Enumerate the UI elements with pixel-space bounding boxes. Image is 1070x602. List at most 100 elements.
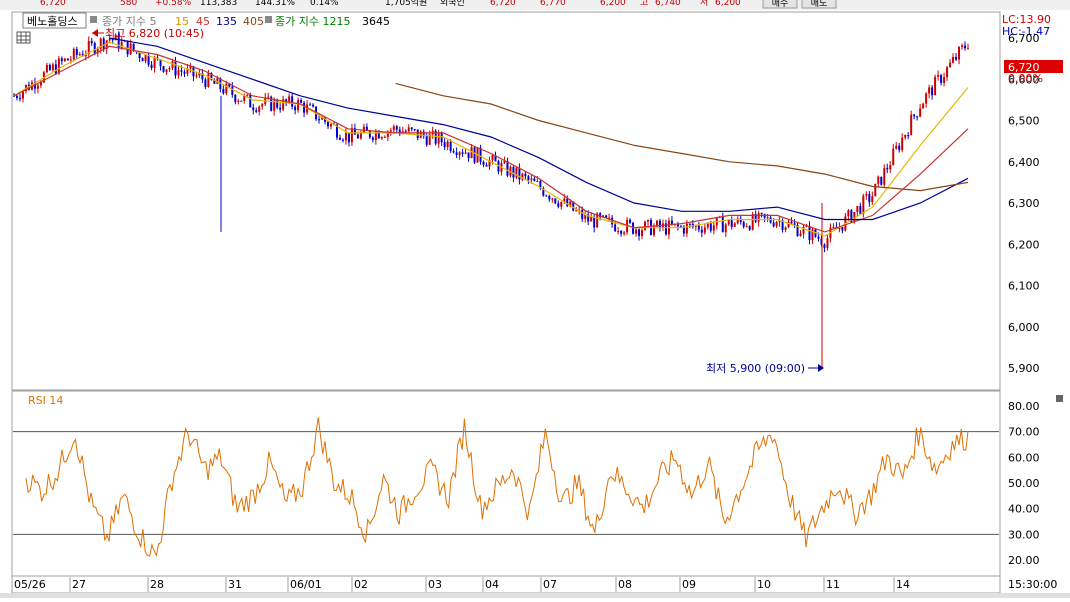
price-candle — [141, 58, 144, 62]
price-candle — [952, 57, 955, 63]
price-candle — [545, 195, 548, 197]
price-candle — [617, 231, 620, 233]
price-candle — [865, 193, 868, 196]
price-candle — [512, 166, 515, 178]
price-candle — [889, 165, 892, 170]
price-candle — [162, 66, 165, 72]
ma-period-405: 405 — [243, 15, 264, 28]
price-candle — [730, 219, 733, 227]
price-candle — [766, 217, 769, 219]
price-candle — [66, 58, 69, 61]
price-candle — [267, 96, 270, 98]
price-tick-label: 6,500 — [1008, 115, 1040, 128]
top-info-text: 580 — [120, 0, 137, 8]
rsi-panel — [11, 390, 1001, 577]
change-pct-tag: 0.00% — [1008, 72, 1043, 85]
price-candle — [458, 152, 461, 156]
price-tick-label: 6,400 — [1008, 156, 1040, 169]
price-candle — [880, 176, 883, 185]
price-candle — [491, 155, 494, 161]
price-candle — [772, 222, 775, 227]
price-candle — [69, 59, 72, 61]
price-candle — [940, 75, 943, 83]
price-candle — [916, 116, 919, 118]
price-candle — [126, 40, 129, 55]
price-candle — [751, 214, 754, 230]
price-candle — [557, 203, 560, 207]
rsi-tick-label: 30.00 — [1008, 528, 1040, 541]
price-candle — [958, 47, 961, 60]
price-candle — [464, 152, 467, 154]
price-candle — [177, 70, 180, 76]
chart-canvas[interactable]: 6,720 580 +0.58% 113,383 144.31% 0.14% 1,705억원… — [0, 0, 1070, 598]
time-readout: 15:30:00 — [1008, 578, 1057, 591]
sell-button[interactable]: 매도 — [801, 0, 837, 9]
legend-bar: 베노홀딩스 종가 지수 5 15 45 135 405 종가 지수 1215 3… — [22, 12, 390, 29]
time-axis-label: 14 — [896, 578, 910, 591]
bottom-scrollbar[interactable] — [0, 593, 1070, 598]
price-candle — [452, 151, 455, 153]
price-candle — [946, 67, 949, 78]
price-candle — [871, 196, 874, 202]
price-candle — [195, 75, 198, 77]
price-candle — [485, 164, 488, 167]
top-info-text: 6,720 — [490, 0, 516, 8]
price-candle — [721, 216, 724, 233]
ma-period-135: 135 — [216, 15, 237, 28]
price-candle — [54, 64, 57, 74]
price-candle — [745, 226, 748, 228]
price-candle — [207, 73, 210, 87]
price-candle — [237, 100, 240, 102]
price-candle — [566, 198, 569, 207]
price-candle — [255, 110, 258, 112]
price-candle — [102, 38, 105, 50]
price-candle — [934, 76, 937, 96]
price-candle — [246, 94, 249, 96]
top-info-text: 6,200 — [600, 0, 626, 8]
grid-toggle-icon[interactable] — [16, 31, 31, 44]
price-candle — [641, 230, 644, 236]
price-candle — [910, 114, 913, 136]
price-candle — [892, 148, 895, 166]
top-info-text: 고 — [640, 0, 648, 8]
time-axis-label: 07 — [543, 578, 557, 591]
price-candle — [144, 54, 147, 62]
price-candle — [473, 147, 476, 163]
low-annotation-text: 최저 5,900 (09:00) — [706, 362, 805, 375]
price-candle — [383, 137, 386, 139]
top-info-text: +0.58% — [155, 0, 192, 8]
high-annotation: 최고 6,820 (10:45) — [92, 27, 204, 40]
price-candle — [955, 57, 958, 60]
rsi-panel-menu-icon[interactable] — [1056, 395, 1063, 402]
top-info-text: 1,705억원 — [385, 0, 427, 8]
buy-button[interactable]: 매수 — [762, 0, 798, 9]
price-candle — [943, 77, 946, 83]
price-candle — [632, 222, 635, 234]
legend-marker-2 — [265, 16, 272, 23]
price-candle — [658, 220, 661, 228]
price-candle — [536, 181, 539, 183]
rsi-tick-label: 50.00 — [1008, 477, 1040, 490]
price-candle — [593, 216, 596, 228]
price-tick-label: 6,700 — [1008, 32, 1040, 45]
price-candle — [515, 167, 518, 178]
price-candle — [356, 134, 359, 139]
price-candle — [72, 48, 75, 60]
price-candle — [18, 97, 21, 99]
time-axis-label: 02 — [354, 578, 368, 591]
price-candle — [524, 173, 527, 177]
price-candle — [644, 221, 647, 231]
price-candle — [249, 94, 252, 108]
price-candle — [551, 198, 554, 200]
price-candle — [757, 213, 760, 222]
price-candle — [883, 168, 886, 185]
price-candle — [928, 87, 931, 94]
price-candle — [90, 40, 93, 44]
price-candle — [341, 139, 344, 141]
legend-marker — [90, 16, 97, 23]
price-candle — [234, 94, 237, 102]
price-candle — [78, 54, 81, 56]
price-candle — [895, 145, 898, 149]
top-info-text: 저 — [700, 0, 708, 8]
price-candle — [862, 195, 865, 214]
